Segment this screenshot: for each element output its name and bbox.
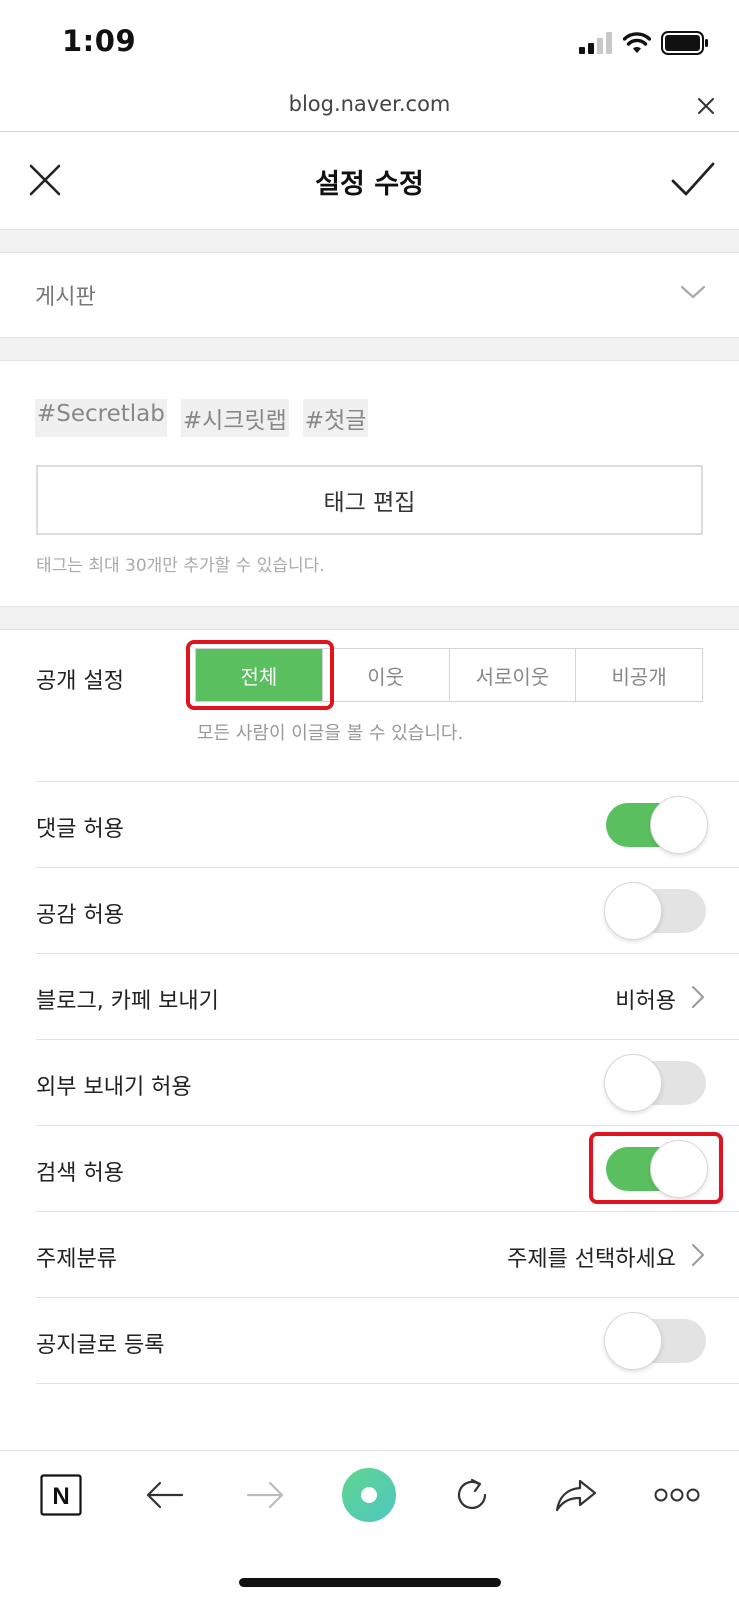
close-icon[interactable] [692, 92, 720, 120]
url-bar[interactable]: blog.naver.com [0, 92, 739, 116]
likes-label: 공감 허용 [36, 903, 124, 928]
notice-toggle[interactable] [604, 1312, 708, 1370]
toggle-knob [604, 882, 662, 940]
search-label: 검색 허용 [36, 1161, 124, 1186]
section-gap [0, 606, 739, 630]
forward-arrow-icon[interactable] [241, 1470, 291, 1520]
tag-item[interactable]: #첫글 [302, 399, 369, 437]
chevron-down-icon[interactable] [680, 284, 706, 300]
visibility-option-private[interactable]: 비공개 [576, 649, 702, 701]
divider [36, 867, 739, 868]
green-dot-icon[interactable] [341, 1467, 397, 1523]
signal-icon [579, 32, 612, 54]
divider [36, 1297, 739, 1298]
tag-item[interactable]: #시크릿랩 [180, 399, 289, 437]
toggle-knob [604, 1054, 662, 1112]
page-title: 설정 수정 [315, 169, 424, 200]
divider [36, 1383, 739, 1384]
share-icon[interactable] [551, 1470, 601, 1520]
board-select[interactable]: 게시판 [35, 279, 96, 311]
highlight-box [186, 640, 334, 710]
tag-item[interactable]: #Secretlab [35, 399, 167, 437]
status-icons [579, 30, 709, 56]
visibility-hint: 모든 사람이 이글을 볼 수 있습니다. [197, 723, 464, 744]
toggle-knob [650, 796, 708, 854]
comments-label: 댓글 허용 [36, 817, 124, 842]
toggle-knob [604, 1312, 662, 1370]
divider [36, 1039, 739, 1040]
notice-label: 공지글로 등록 [36, 1333, 165, 1358]
tag-list: #Secretlab #시크릿랩 #첫글 [35, 399, 369, 437]
refresh-icon[interactable] [447, 1470, 497, 1520]
divider [36, 1125, 739, 1126]
visibility-option-mutual-neighbors[interactable]: 서로이웃 [449, 649, 577, 701]
topic-value[interactable]: 주제를 선택하세요 [460, 1241, 676, 1273]
status-time: 1:09 [62, 24, 137, 58]
logo-letter: N [52, 1483, 69, 1510]
send-blog-cafe-value[interactable]: 비허용 [560, 983, 676, 1015]
send-blog-cafe-label: 블로그, 카페 보내기 [36, 989, 219, 1014]
comments-toggle[interactable] [606, 796, 708, 854]
visibility-label: 공개 설정 [36, 669, 124, 694]
wifi-icon [623, 32, 651, 53]
topic-label: 주제분류 [36, 1247, 117, 1272]
divider [36, 1211, 739, 1212]
naver-logo-icon: N [40, 1474, 82, 1516]
back-arrow-icon[interactable] [139, 1470, 189, 1520]
naver-home-icon[interactable]: N [36, 1470, 86, 1520]
chevron-right-icon[interactable] [691, 1243, 705, 1267]
tag-edit-button[interactable]: 태그 편집 [36, 465, 703, 535]
check-icon[interactable] [670, 160, 716, 200]
section-gap [0, 229, 739, 253]
chevron-right-icon[interactable] [691, 985, 705, 1009]
more-icon[interactable] [652, 1470, 702, 1520]
divider [36, 953, 739, 954]
external-send-label: 외부 보내기 허용 [36, 1075, 192, 1100]
section-gap [0, 337, 739, 361]
highlight-box [589, 1132, 723, 1204]
visibility-option-neighbors[interactable]: 이웃 [322, 649, 450, 701]
home-indicator [239, 1578, 501, 1587]
external-send-toggle[interactable] [604, 1054, 708, 1112]
battery-icon [661, 31, 708, 55]
divider [36, 781, 739, 782]
likes-toggle[interactable] [604, 882, 708, 940]
divider [0, 131, 739, 132]
tag-hint: 태그는 최대 30개만 추가할 수 있습니다. [36, 556, 325, 576]
